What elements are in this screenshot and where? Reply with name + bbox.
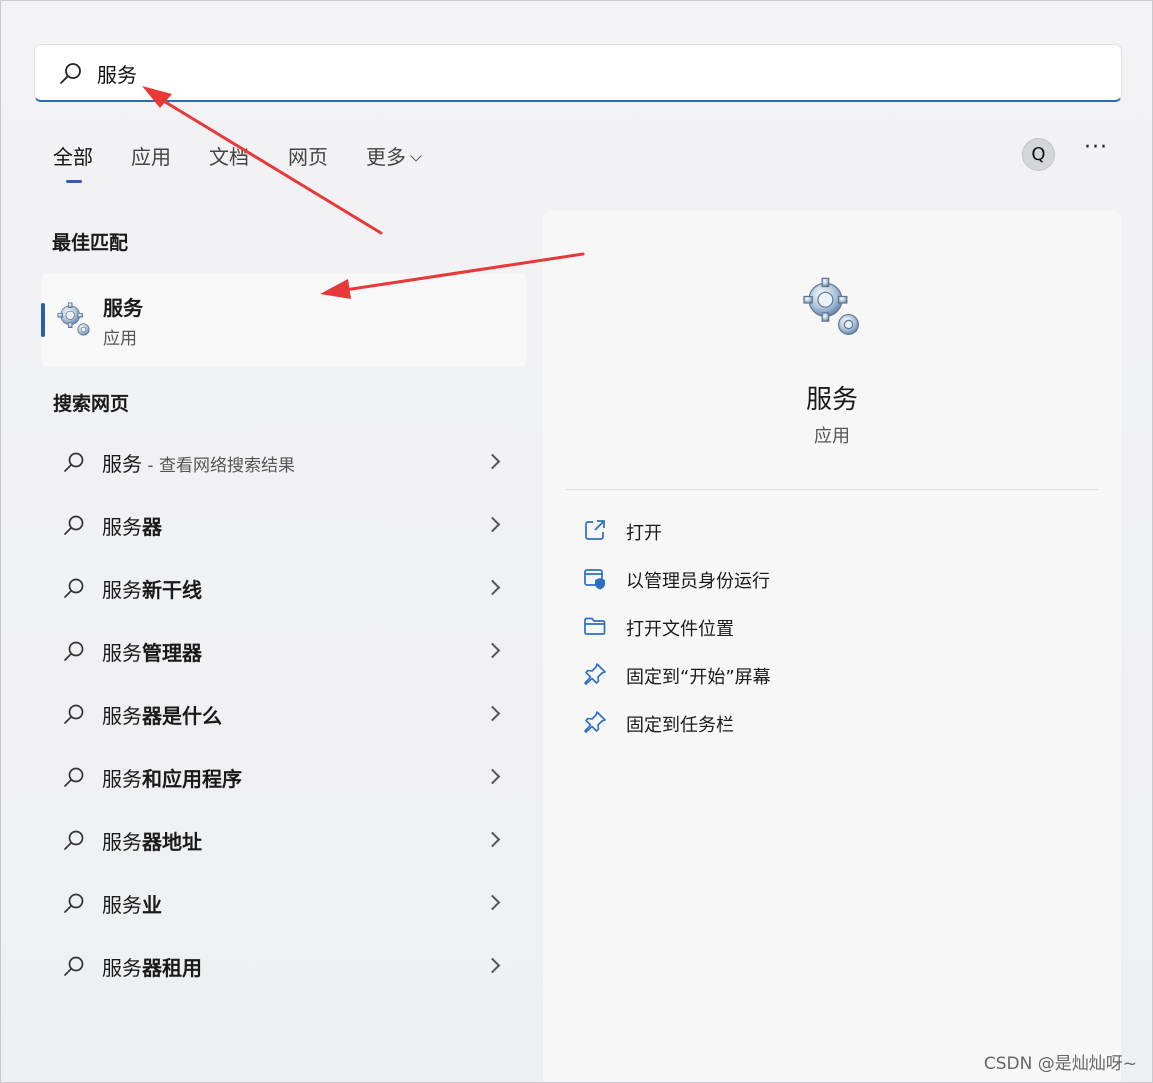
query-part: 服务 <box>102 452 142 476</box>
search-icon <box>64 452 84 472</box>
chevron-right-icon <box>484 768 501 785</box>
web-result-item[interactable]: 服务 - 查看网络搜索结果 <box>53 431 523 491</box>
web-result-item[interactable]: 服务器是什么 <box>53 683 523 743</box>
search-input[interactable]: 服务 <box>34 44 1122 102</box>
best-match-type: 应用 <box>103 329 137 349</box>
active-tab-indicator <box>66 180 82 183</box>
web-result-item[interactable]: 服务新干线 <box>53 557 523 617</box>
pin-to-start-action[interactable]: 固定到“开始”屏幕 <box>583 655 1083 695</box>
suggestion-part: 和应用程序 <box>142 767 242 791</box>
open-action[interactable]: 打开 <box>583 511 1083 551</box>
web-result-item[interactable]: 服务器租用 <box>53 935 523 995</box>
result-detail-panel: 服务 应用 打开 以管理员身份运行 打开文件位置 固定到“开始”屏幕 固定到任务… <box>543 211 1121 1082</box>
search-icon <box>60 63 81 84</box>
suggestion-part: 器地址 <box>142 830 202 854</box>
folder-icon <box>584 617 606 635</box>
web-result-text: 服务 - 查看网络搜索结果 <box>102 448 295 477</box>
chevron-right-icon <box>484 453 501 470</box>
search-icon <box>64 830 84 850</box>
query-part: 服务 <box>102 956 142 980</box>
suggestion-part: 器是什么 <box>142 704 222 728</box>
open-file-location-action[interactable]: 打开文件位置 <box>583 607 1083 647</box>
query-part: 服务 <box>102 893 142 917</box>
search-icon <box>64 956 84 976</box>
action-label: 打开文件位置 <box>626 619 734 640</box>
tab-all[interactable]: 全部 <box>53 141 93 170</box>
web-result-text: 服务器地址 <box>102 826 202 855</box>
search-value: 服务 <box>97 63 137 87</box>
web-result-item[interactable]: 服务和应用程序 <box>53 746 523 806</box>
action-label: 打开 <box>626 523 662 544</box>
account-avatar-button[interactable]: Q <box>1022 138 1055 171</box>
web-result-item[interactable]: 服务器地址 <box>53 809 523 869</box>
search-icon <box>64 641 84 661</box>
web-result-text: 服务器租用 <box>102 952 202 981</box>
search-window: 服务 全部 应用 文档 网页 更多 Q ··· 最佳匹配 服务 应用 搜索网页 … <box>0 0 1153 1083</box>
pin-to-taskbar-action[interactable]: 固定到任务栏 <box>583 703 1083 743</box>
watermark: CSDN @是灿灿呀~ <box>983 1054 1137 1074</box>
suggestion-part: 业 <box>142 893 162 917</box>
pin-icon <box>584 711 606 733</box>
pin-icon <box>584 663 606 685</box>
chevron-right-icon <box>484 957 501 974</box>
search-icon <box>64 704 84 724</box>
open-external-icon <box>585 520 605 540</box>
tab-documents[interactable]: 文档 <box>209 141 249 170</box>
suggestion-part: 新干线 <box>142 578 202 602</box>
chevron-right-icon <box>484 705 501 722</box>
selection-accent <box>41 303 45 337</box>
web-result-text: 服务管理器 <box>102 637 202 666</box>
run-as-admin-action[interactable]: 以管理员身份运行 <box>583 559 1083 599</box>
web-result-hint: - 查看网络搜索结果 <box>142 456 295 476</box>
shield-admin-icon <box>584 569 605 590</box>
chevron-right-icon <box>484 894 501 911</box>
detail-app-type: 应用 <box>814 426 850 447</box>
best-match-name: 服务 <box>103 296 143 320</box>
web-search-heading: 搜索网页 <box>53 393 130 415</box>
action-label: 固定到任务栏 <box>626 715 734 736</box>
search-icon <box>64 893 84 913</box>
best-match-result[interactable]: 服务 应用 <box>41 274 527 366</box>
web-result-item[interactable]: 服务器 <box>53 494 523 554</box>
web-result-text: 服务业 <box>102 889 162 918</box>
search-icon <box>64 578 84 598</box>
more-options-button[interactable]: ··· <box>1083 137 1109 166</box>
tab-apps[interactable]: 应用 <box>131 141 171 170</box>
query-part: 服务 <box>102 767 142 791</box>
query-part: 服务 <box>102 578 142 602</box>
query-part: 服务 <box>102 830 142 854</box>
detail-app-name: 服务 <box>805 385 858 415</box>
chevron-right-icon <box>484 831 501 848</box>
chevron-down-icon <box>410 150 422 162</box>
web-result-text: 服务和应用程序 <box>102 763 242 792</box>
chevron-right-icon <box>484 516 501 533</box>
web-result-text: 服务器 <box>102 511 162 540</box>
suggestion-part: 器 <box>142 515 162 539</box>
action-label: 以管理员身份运行 <box>626 571 770 592</box>
action-label: 固定到“开始”屏幕 <box>626 667 771 688</box>
tab-more[interactable]: 更多 <box>366 141 422 170</box>
query-part: 服务 <box>102 704 142 728</box>
chevron-right-icon <box>484 579 501 596</box>
web-result-item[interactable]: 服务管理器 <box>53 620 523 680</box>
best-match-heading: 最佳匹配 <box>52 232 129 254</box>
tab-more-label: 更多 <box>366 145 406 169</box>
query-part: 服务 <box>102 515 142 539</box>
gear-icon <box>803 277 859 335</box>
divider <box>566 489 1098 490</box>
suggestion-part: 管理器 <box>142 641 202 665</box>
web-result-text: 服务新干线 <box>102 574 202 603</box>
gear-icon <box>57 302 90 336</box>
web-result-text: 服务器是什么 <box>102 700 222 729</box>
web-result-item[interactable]: 服务业 <box>53 872 523 932</box>
suggestion-part: 器租用 <box>142 956 202 980</box>
search-icon <box>64 515 84 535</box>
query-part: 服务 <box>102 641 142 665</box>
tab-web[interactable]: 网页 <box>288 141 328 170</box>
search-icon <box>64 767 84 787</box>
chevron-right-icon <box>484 642 501 659</box>
